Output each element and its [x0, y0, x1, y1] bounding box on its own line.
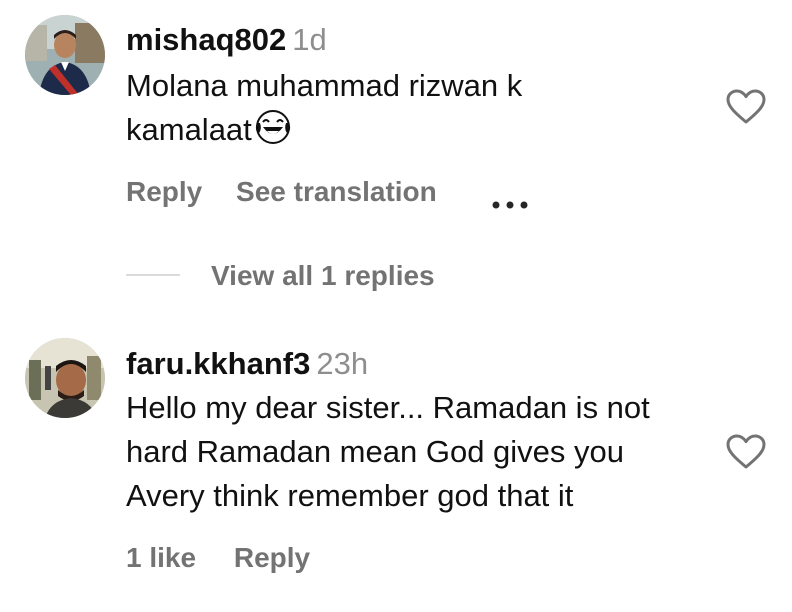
view-replies-button[interactable]: View all 1 replies — [211, 258, 435, 294]
username[interactable]: mishaq802 — [126, 22, 286, 57]
like-count[interactable]: 1 like — [126, 542, 196, 574]
comment-header: faru.kkhanf3 23h — [126, 346, 368, 382]
replies-divider — [126, 274, 180, 276]
comment-actions: Reply See translation — [126, 176, 766, 212]
view-replies-row[interactable]: View all 1 replies — [126, 258, 466, 294]
face-with-tears-of-joy-icon — [254, 108, 292, 158]
avatar[interactable] — [25, 338, 105, 418]
timestamp: 23h — [316, 346, 369, 381]
heart-outline-icon[interactable] — [726, 89, 766, 125]
comment-text-line: Molana muhammad rizwan k — [126, 68, 523, 103]
comment-text-line: Hello my dear sister... Ramadan is not — [126, 390, 650, 425]
heart-outline-icon[interactable] — [726, 434, 766, 470]
comment-text-line: Avery think remember god that it — [126, 478, 574, 513]
comment-header: mishaq802 1d — [126, 22, 327, 58]
comment-actions: 1 like Reply — [126, 542, 310, 574]
avatar[interactable] — [25, 15, 105, 95]
comment-item: mishaq802 1d Molana muhammad rizwan k kam… — [0, 0, 792, 300]
reply-button[interactable]: Reply — [234, 542, 310, 574]
comment-text: Hello my dear sister... Ramadan is not h… — [126, 386, 650, 518]
username[interactable]: faru.kkhanf3 — [126, 346, 310, 381]
comment-text-fragment: kamalaat — [126, 112, 252, 147]
comment-text-line: kamalaat — [126, 108, 522, 158]
comment-item: faru.kkhanf3 23h Hello my dear sister... … — [0, 320, 792, 612]
comment-text: Molana muhammad rizwan k kamalaat — [126, 64, 522, 158]
reply-button[interactable]: Reply — [126, 176, 202, 208]
more-options-icon[interactable] — [490, 186, 530, 209]
comment-text-line: hard Ramadan mean God gives you — [126, 434, 625, 469]
see-translation-button[interactable]: See translation — [236, 176, 437, 208]
timestamp: 1d — [292, 22, 327, 57]
